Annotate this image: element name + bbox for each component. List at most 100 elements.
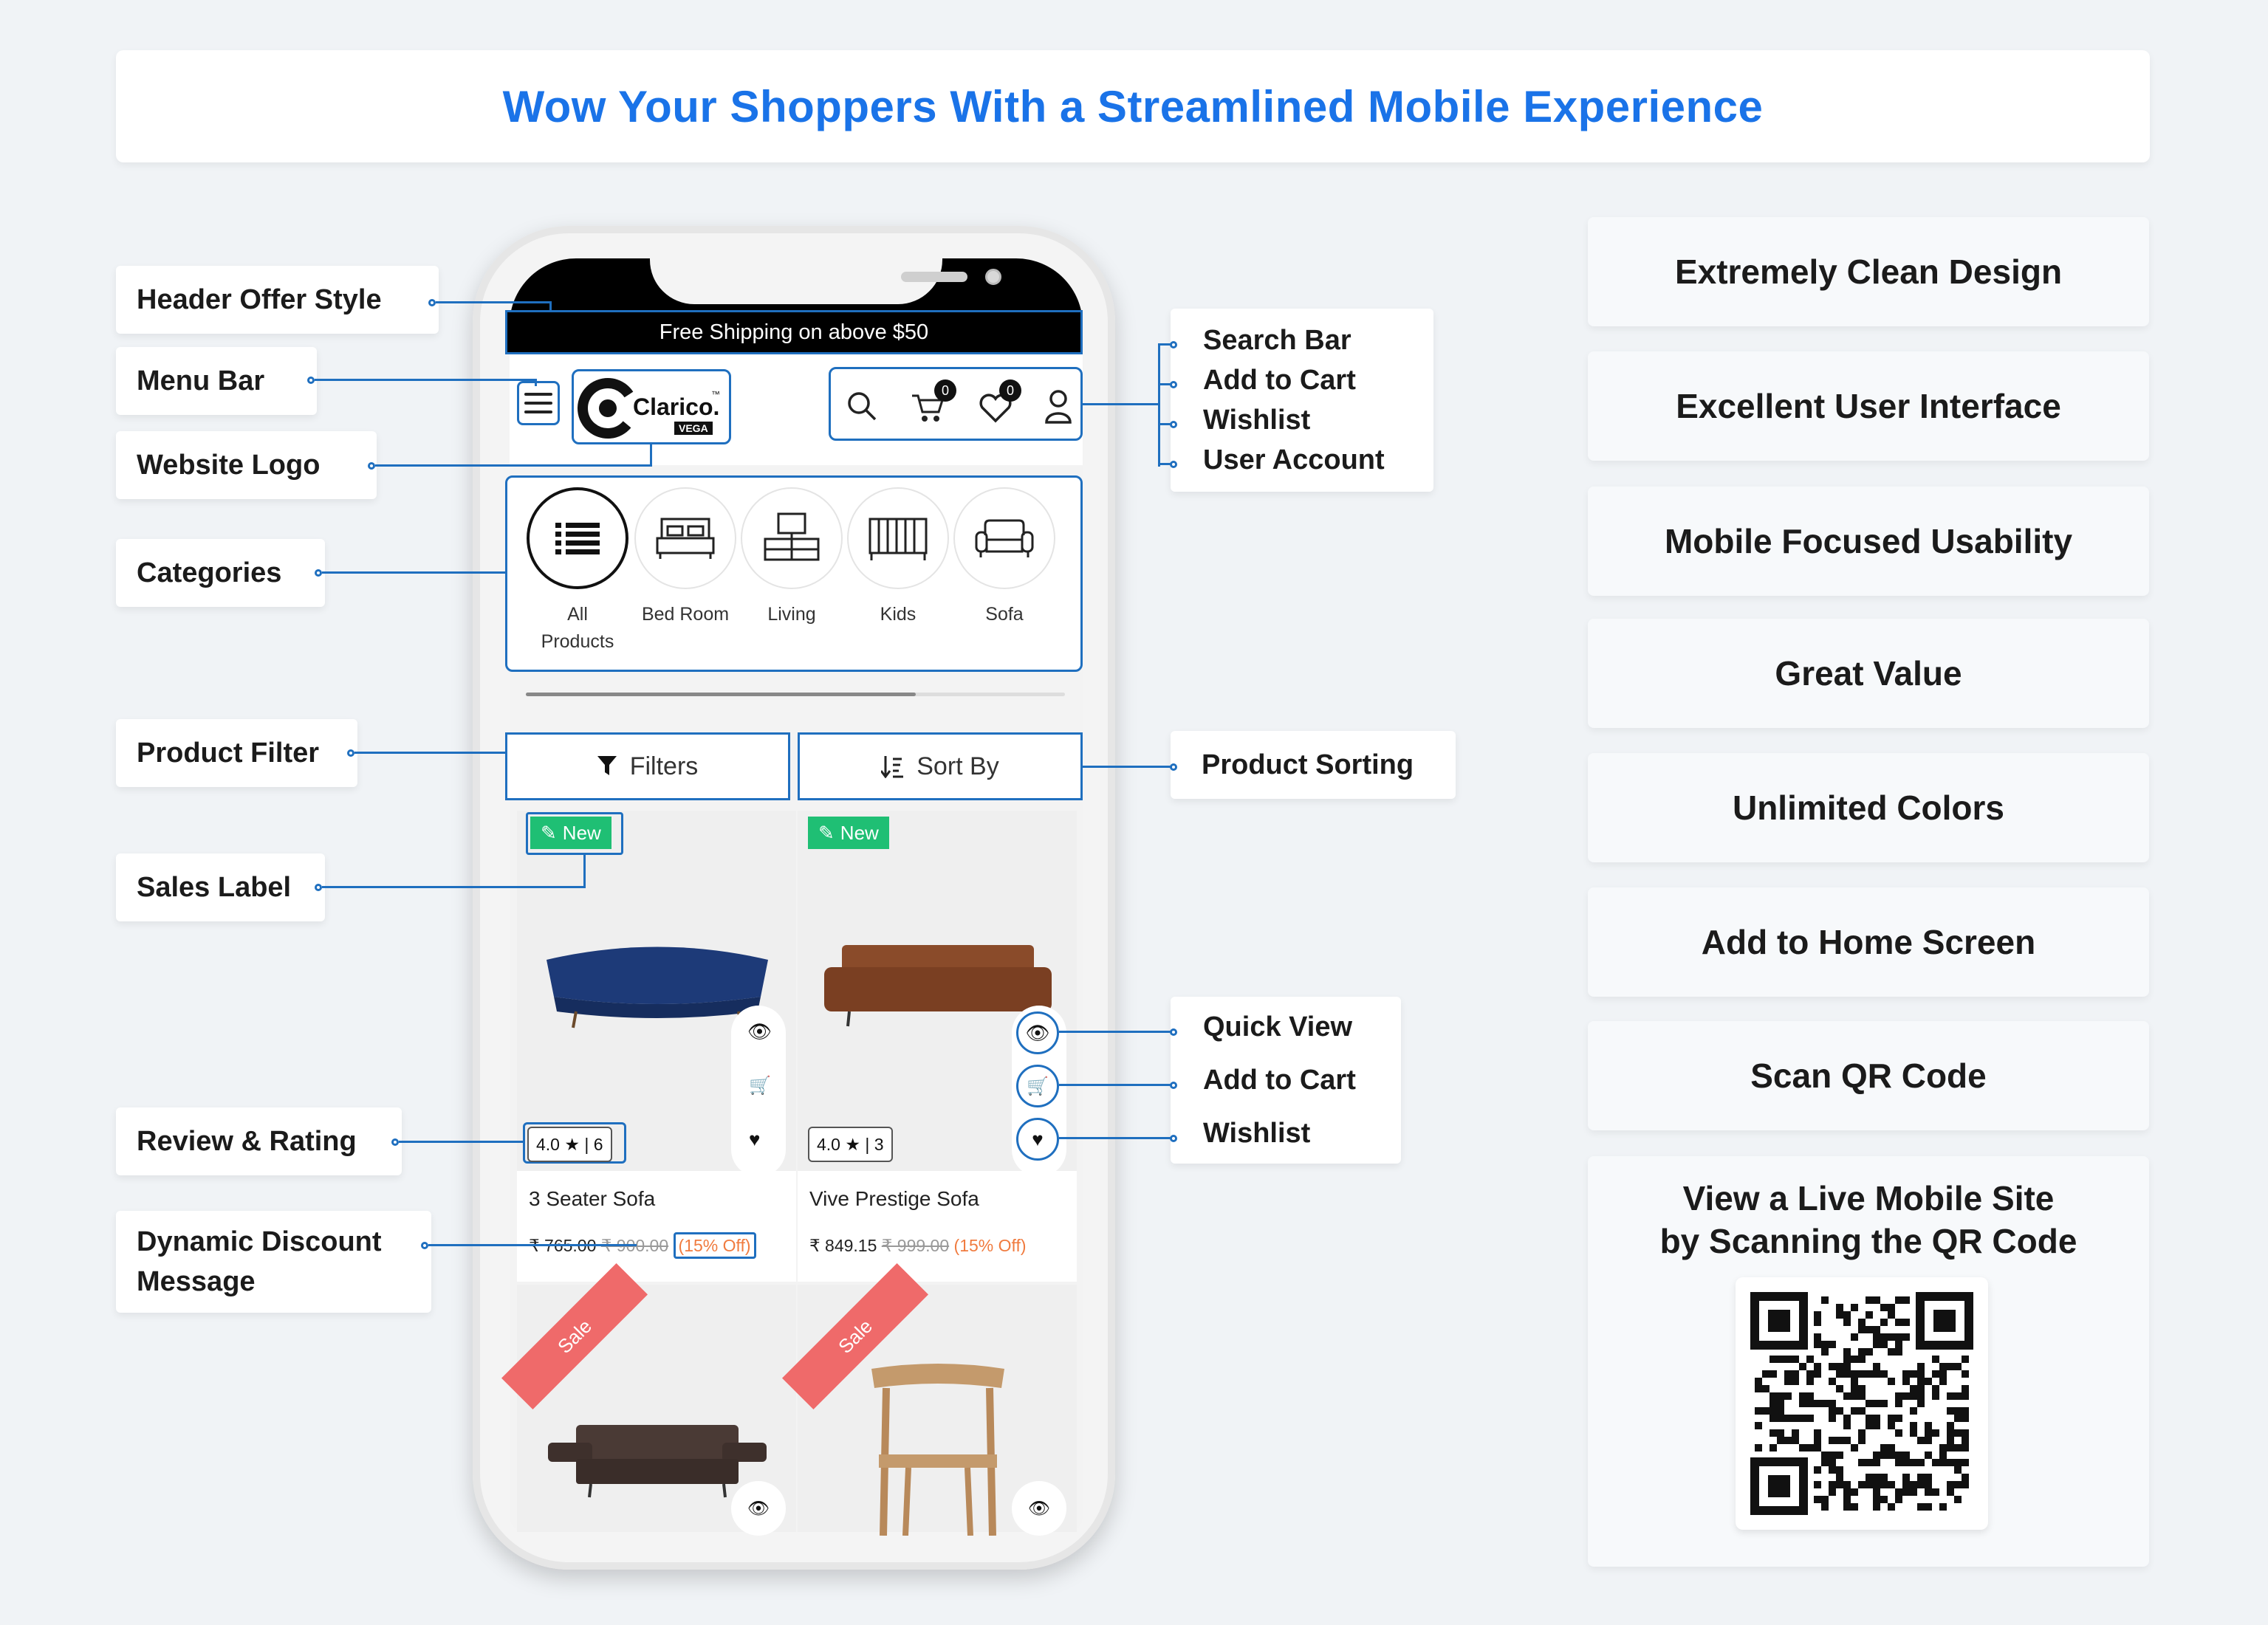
user-account-icon[interactable] [1044, 388, 1073, 424]
product-actions-2: 👁 🛒 ♥ [1012, 1006, 1066, 1177]
connector-dot [428, 299, 436, 306]
category-label: All [567, 604, 588, 625]
qr-card-line-1: View a Live Mobile Site [1682, 1179, 2055, 1217]
category-label: Living [767, 604, 816, 625]
filters-label: Filters [629, 752, 699, 780]
label-sales-label: Sales Label [116, 853, 325, 921]
tag-icon: ✎ [541, 821, 557, 844]
headline: Wow Your Shoppers With a Streamlined Mob… [502, 81, 1764, 131]
rating-badge: 4.0 ★ | 6 [527, 1127, 612, 1162]
quick-view-eye-icon[interactable]: 👁 [731, 1481, 786, 1536]
wishlist-count-badge: 0 [999, 379, 1021, 402]
camera-icon [985, 269, 1001, 285]
category-sofa[interactable]: Sofa [953, 487, 1056, 625]
category-all-products[interactable]: All Products [526, 487, 629, 653]
connector-dot [421, 1242, 428, 1249]
header-offer-bar: Free Shipping on above $50 [505, 310, 1083, 354]
product-name[interactable]: Vive Prestige Sofa [809, 1187, 979, 1211]
search-icon[interactable] [846, 390, 878, 422]
label-categories: Categories [116, 539, 325, 607]
feature-mobile-usability: Mobile Focused Usability [1588, 487, 2149, 596]
product-name[interactable]: 3 Seater Sofa [529, 1187, 655, 1211]
bed-icon [656, 518, 715, 559]
connector-dot [391, 1138, 399, 1146]
logo-tm: ™ [711, 389, 720, 399]
qr-card-line-2: by Scanning the QR Code [1659, 1222, 2077, 1260]
label-add-to-cart: Add to Cart [1203, 1065, 1356, 1096]
sort-icon [881, 756, 904, 778]
label-search-bar: Search Bar [1203, 325, 1351, 356]
label-add-to-cart: Add to Cart [1203, 365, 1356, 396]
quick-view-eye-icon[interactable]: 👁 [1016, 1011, 1059, 1054]
label-dynamic-discount: Dynamic Discount Message [116, 1211, 431, 1313]
feature-user-interface: Excellent User Interface [1588, 351, 2149, 461]
tag-icon: ✎ [818, 821, 835, 844]
label-product-filter: Product Filter [116, 719, 357, 787]
label-user-account: User Account [1203, 444, 1385, 475]
connector-dot [368, 462, 375, 470]
feature-clean-design: Extremely Clean Design [1588, 217, 2149, 326]
phone-notch [650, 258, 1001, 304]
label-product-sorting: Product Sorting [1171, 731, 1456, 799]
sort-by-button[interactable]: Sort By [798, 732, 1083, 800]
category-living[interactable]: Living [740, 487, 843, 625]
label-wishlist: Wishlist [1203, 405, 1311, 436]
cart-count-badge: 0 [934, 379, 956, 402]
website-logo[interactable]: Clarico. ™ VEGA [572, 369, 731, 444]
rating-badge: 4.0 ★ | 3 [808, 1127, 893, 1162]
connector-dot [307, 377, 315, 384]
wishlist-heart-icon[interactable]: ♥ [749, 1128, 760, 1151]
speaker-icon [901, 272, 967, 282]
product-price-2: ₹ 849.15 ₹ 999.00 (15% Off) [809, 1236, 1027, 1255]
label-review-rating: Review & Rating [116, 1107, 402, 1175]
sofa-icon [975, 519, 1034, 557]
label-website-logo: Website Logo [116, 431, 377, 499]
hamburger-icon [524, 393, 552, 396]
label-header-offer: Header Offer Style [116, 266, 439, 334]
category-label: Kids [880, 604, 917, 625]
feature-scan-qr: Scan QR Code [1588, 1021, 2149, 1130]
offer-text: Free Shipping on above $50 [659, 320, 929, 344]
logo-badge: VEGA [674, 422, 713, 435]
category-label: Bed Room [641, 604, 730, 625]
add-to-cart-icon[interactable]: 🛒 [749, 1075, 771, 1096]
crib-icon [869, 518, 928, 560]
menu-button[interactable] [517, 381, 560, 425]
new-tag: ✎ New [530, 817, 611, 849]
connector-dot [347, 749, 354, 757]
label-header-actions: Search Bar Add to Cart Wishlist User Acc… [1171, 309, 1433, 492]
qr-code[interactable] [1736, 1277, 1988, 1530]
category-bed-room[interactable]: Bed Room [634, 487, 737, 625]
wishlist-heart-icon[interactable]: ♥ [1016, 1118, 1059, 1161]
category-label-2: Products [541, 631, 614, 652]
label-quick-view: Quick View [1203, 1011, 1353, 1042]
feature-unlimited-colors: Unlimited Colors [1588, 753, 2149, 862]
tv-unit-icon [764, 512, 820, 561]
connector-dot [315, 884, 322, 891]
new-tag: ✎ New [808, 817, 889, 849]
logo-text: Clarico. [633, 394, 720, 420]
quick-view-eye-icon[interactable]: 👁 [747, 1020, 772, 1043]
filters-button[interactable]: Filters [505, 732, 790, 800]
feature-great-value: Great Value [1588, 619, 2149, 728]
product-actions-1: 👁 🛒 ♥ [731, 1006, 786, 1177]
list-icon [555, 523, 600, 554]
sort-by-label: Sort By [917, 752, 999, 780]
add-to-cart-icon[interactable]: 🛒 [1016, 1065, 1059, 1107]
category-kids[interactable]: Kids [846, 487, 950, 625]
label-product-actions: Quick View Add to Cart Wishlist [1171, 997, 1401, 1164]
feature-home-screen: Add to Home Screen [1588, 887, 2149, 997]
connector-dot [315, 569, 322, 577]
header-icons-group: 0 0 [829, 367, 1083, 441]
label-menu-bar: Menu Bar [116, 347, 317, 415]
old-price: ₹ 999.00 [881, 1236, 950, 1255]
discount-message: (15% Off) [673, 1232, 756, 1259]
label-wishlist: Wishlist [1203, 1118, 1311, 1149]
qr-code-icon [1750, 1292, 1973, 1515]
product-image-wooden-chair [871, 1364, 1004, 1536]
category-scrollbar[interactable] [526, 693, 1065, 696]
quick-view-eye-icon[interactable]: 👁 [1012, 1481, 1066, 1536]
headline-card: Wow Your Shoppers With a Streamlined Mob… [116, 50, 2150, 162]
filter-funnel-icon [597, 756, 617, 775]
discount-message: (15% Off) [953, 1236, 1027, 1255]
